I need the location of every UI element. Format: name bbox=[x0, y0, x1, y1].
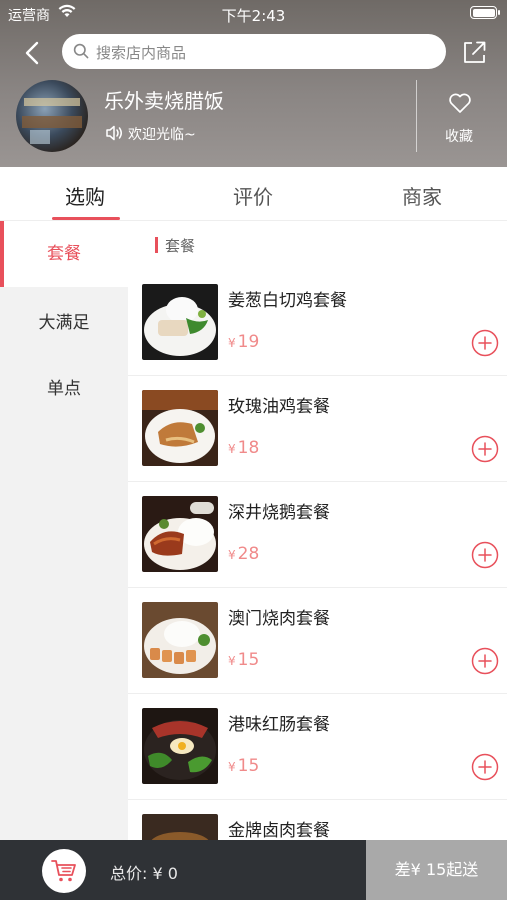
search-icon bbox=[73, 43, 89, 59]
food-image bbox=[142, 814, 218, 840]
item-name: 澳门烧肉套餐 bbox=[228, 609, 330, 629]
item-name: 姜葱白切鸡套餐 bbox=[228, 291, 347, 311]
tab-order[interactable]: 选购 bbox=[30, 181, 140, 210]
cart-bar: 总价: ¥ 0 差¥ 15起送 bbox=[0, 840, 507, 900]
shop-name: 乐外卖烧腊饭 bbox=[104, 89, 224, 113]
shop-logo bbox=[16, 80, 88, 152]
back-icon[interactable] bbox=[20, 40, 46, 66]
add-to-cart-icon[interactable] bbox=[471, 753, 499, 781]
add-to-cart-icon[interactable] bbox=[471, 541, 499, 569]
header-divider bbox=[416, 80, 417, 152]
checkout-button[interactable]: 差¥ 15起送 bbox=[366, 840, 507, 900]
item-price: ¥19 bbox=[228, 332, 260, 352]
tab-reviews[interactable]: 评价 bbox=[198, 181, 308, 210]
food-image bbox=[142, 284, 218, 360]
cart-icon bbox=[51, 860, 76, 882]
item-price: ¥28 bbox=[228, 544, 260, 564]
search-input[interactable]: 搜索店内商品 bbox=[62, 34, 446, 69]
search-placeholder: 搜索店内商品 bbox=[96, 44, 187, 62]
menu-item[interactable]: 深井烧鹅套餐 ¥28 bbox=[128, 482, 507, 588]
category-sidebar: 套餐 大满足 单点 bbox=[0, 221, 128, 840]
item-name: 玫瑰油鸡套餐 bbox=[228, 397, 330, 417]
item-name: 金牌卤肉套餐 bbox=[228, 821, 330, 840]
add-to-cart-icon[interactable] bbox=[471, 647, 499, 675]
food-image bbox=[142, 708, 218, 784]
food-image bbox=[142, 390, 218, 466]
speaker-icon bbox=[106, 125, 122, 141]
category-item-combo[interactable]: 套餐 bbox=[0, 221, 128, 287]
add-to-cart-icon[interactable] bbox=[471, 329, 499, 357]
favorite-label[interactable]: 收藏 bbox=[445, 126, 473, 146]
tab-bar: 选购 评价 商家 bbox=[0, 167, 507, 221]
cart-total: 总价: ¥ 0 bbox=[110, 864, 178, 883]
clock: 下午2:43 bbox=[221, 7, 286, 25]
tab-indicator bbox=[52, 217, 120, 220]
item-price: ¥15 bbox=[228, 650, 260, 670]
item-price: ¥15 bbox=[228, 756, 260, 776]
item-name: 港味红肠套餐 bbox=[228, 715, 330, 735]
status-bar: 运营商 下午2:43 bbox=[0, 0, 507, 28]
menu-item[interactable]: 姜葱白切鸡套餐 ¥19 bbox=[128, 270, 507, 376]
add-to-cart-icon[interactable] bbox=[471, 435, 499, 463]
menu-item[interactable]: 金牌卤肉套餐 bbox=[128, 800, 507, 840]
tab-merchant[interactable]: 商家 bbox=[367, 181, 477, 210]
menu-item[interactable]: 玫瑰油鸡套餐 ¥18 bbox=[128, 376, 507, 482]
item-price: ¥18 bbox=[228, 438, 260, 458]
heart-icon[interactable] bbox=[448, 92, 472, 114]
food-image bbox=[142, 496, 218, 572]
section-title: 套餐 bbox=[155, 235, 195, 256]
welcome-text: 欢迎光临~ bbox=[128, 127, 196, 143]
item-name: 深井烧鹅套餐 bbox=[228, 503, 330, 523]
battery-icon bbox=[470, 6, 500, 19]
menu-item[interactable]: 港味红肠套餐 ¥15 bbox=[128, 694, 507, 800]
food-image bbox=[142, 602, 218, 678]
menu-item[interactable]: 澳门烧肉套餐 ¥15 bbox=[128, 588, 507, 694]
category-item-single[interactable]: 单点 bbox=[0, 356, 128, 422]
category-item-big-meal[interactable]: 大满足 bbox=[0, 290, 128, 356]
share-icon[interactable] bbox=[461, 38, 489, 66]
shop-header: 运营商 下午2:43 搜索店内商品 乐外卖烧腊饭 欢迎光临~ 收藏 bbox=[0, 0, 507, 167]
cart-button[interactable] bbox=[42, 849, 86, 893]
